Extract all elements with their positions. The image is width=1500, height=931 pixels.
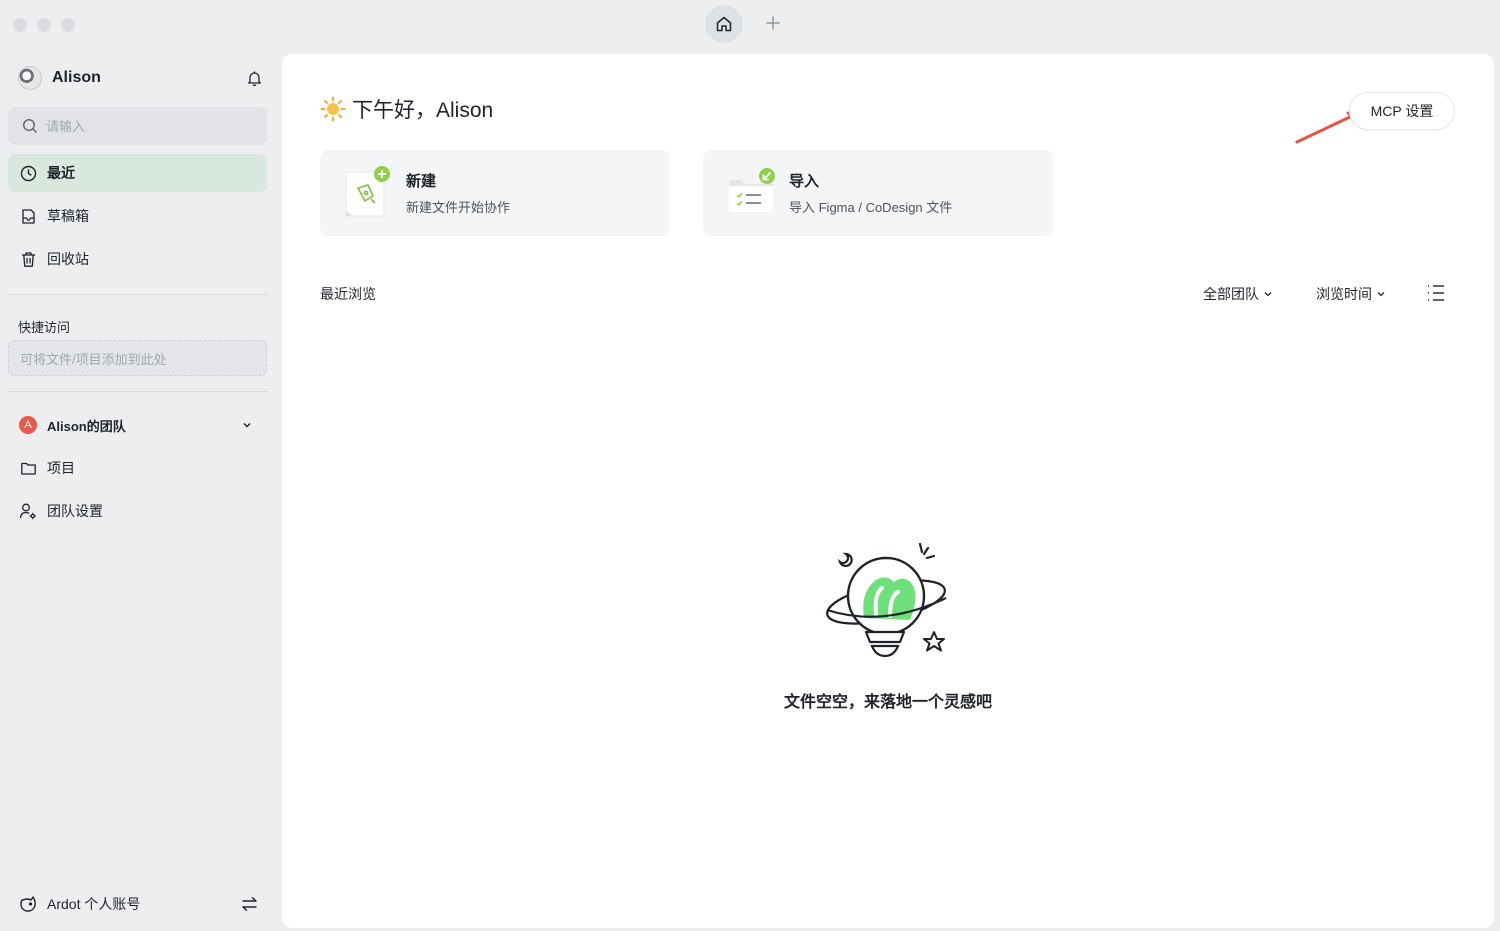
new-file-card[interactable]: 新建 新建文件开始协作: [320, 150, 670, 236]
swap-icon: [242, 897, 257, 911]
account-label: Ardot 个人账号: [47, 896, 141, 912]
user-name: Alison: [52, 69, 101, 86]
sort-dropdown[interactable]: 浏览时间: [1316, 284, 1386, 304]
bell-icon: [247, 71, 261, 86]
sidebar-item-recent[interactable]: 最近: [8, 154, 267, 192]
card-subtitle: 导入 Figma / CoDesign 文件: [789, 200, 953, 215]
team-settings-icon: [19, 502, 37, 520]
sidebar-item-label: 回收站: [47, 251, 89, 267]
sidebar-item-team-settings[interactable]: 团队设置: [8, 492, 267, 530]
chevron-down-icon[interactable]: [241, 418, 255, 432]
new-file-icon: [344, 166, 392, 220]
team-switcher[interactable]: A Alison的团队: [8, 406, 267, 444]
sidebar-divider: [8, 391, 267, 392]
empty-state-message: 文件空空，来落地一个灵感吧: [783, 694, 992, 711]
card-title: 导入: [789, 173, 820, 190]
switch-account-button[interactable]: [241, 896, 258, 912]
account-switcher[interactable]: Ardot 个人账号: [18, 890, 264, 918]
maximize-window-button[interactable]: [61, 18, 75, 32]
window-controls: [13, 18, 75, 32]
team-badge: A: [19, 416, 37, 434]
close-window-button[interactable]: [13, 18, 27, 32]
avatar[interactable]: [18, 66, 42, 90]
sidebar-divider: [8, 294, 267, 295]
sort-label: 浏览时间: [1316, 286, 1372, 302]
title-bar: [0, 0, 1500, 50]
home-tab[interactable]: [705, 5, 743, 43]
list-view-icon[interactable]: [1426, 284, 1446, 302]
team-filter-label: 全部团队: [1203, 286, 1259, 302]
user-profile[interactable]: Alison: [18, 64, 264, 92]
draft-icon: [19, 207, 37, 225]
sidebar-item-label: 草稿箱: [47, 208, 89, 224]
chevron-down-icon: [1264, 292, 1272, 297]
chevron-down-icon: [1377, 292, 1385, 297]
ardot-logo-icon: [20, 896, 36, 912]
new-tab-button[interactable]: [762, 12, 784, 34]
sidebar-item-drafts[interactable]: 草稿箱: [8, 197, 267, 235]
page-title: 下午好，Alison: [352, 99, 494, 122]
folder-icon: [19, 459, 37, 477]
quick-access-title: 快捷访问: [18, 320, 71, 335]
recent-section-title: 最近浏览: [320, 286, 376, 302]
greeting: 下午好，Alison: [320, 94, 493, 124]
sidebar-item-label: 项目: [47, 460, 75, 476]
mcp-settings-button[interactable]: MCP 设置: [1349, 92, 1455, 130]
card-subtitle: 新建文件开始协作: [406, 200, 511, 215]
card-title: 新建: [406, 173, 437, 190]
team-name: Alison的团队: [47, 418, 126, 434]
sidebar: Alison 最近 草稿箱: [0, 50, 282, 931]
import-file-card[interactable]: 导入 导入 Figma / CoDesign 文件: [703, 150, 1053, 236]
home-icon: [716, 16, 732, 32]
sidebar-item-projects[interactable]: 项目: [8, 449, 267, 487]
search-icon: [22, 118, 37, 133]
empty-state-illustration-icon: [826, 542, 947, 658]
search-input[interactable]: [46, 118, 246, 134]
quick-access-drop-zone[interactable]: 可将文件/项目添加到此处: [8, 340, 267, 376]
sidebar-item-label: 团队设置: [47, 503, 103, 519]
team-filter-dropdown[interactable]: 全部团队: [1203, 284, 1273, 304]
sun-icon: [320, 96, 346, 122]
minimize-window-button[interactable]: [37, 18, 51, 32]
search-box[interactable]: [8, 107, 267, 145]
notification-button[interactable]: [244, 68, 264, 88]
sidebar-item-label: 最近: [47, 165, 75, 181]
clock-icon: [19, 164, 37, 182]
import-file-icon: [727, 166, 775, 220]
main-content: 下午好，Alison MCP 设置 新建 新建文件开始协作 导入 导入 Figm…: [282, 54, 1494, 928]
plus-icon: [766, 16, 780, 30]
sidebar-item-trash[interactable]: 回收站: [8, 240, 267, 278]
trash-icon: [19, 250, 37, 268]
